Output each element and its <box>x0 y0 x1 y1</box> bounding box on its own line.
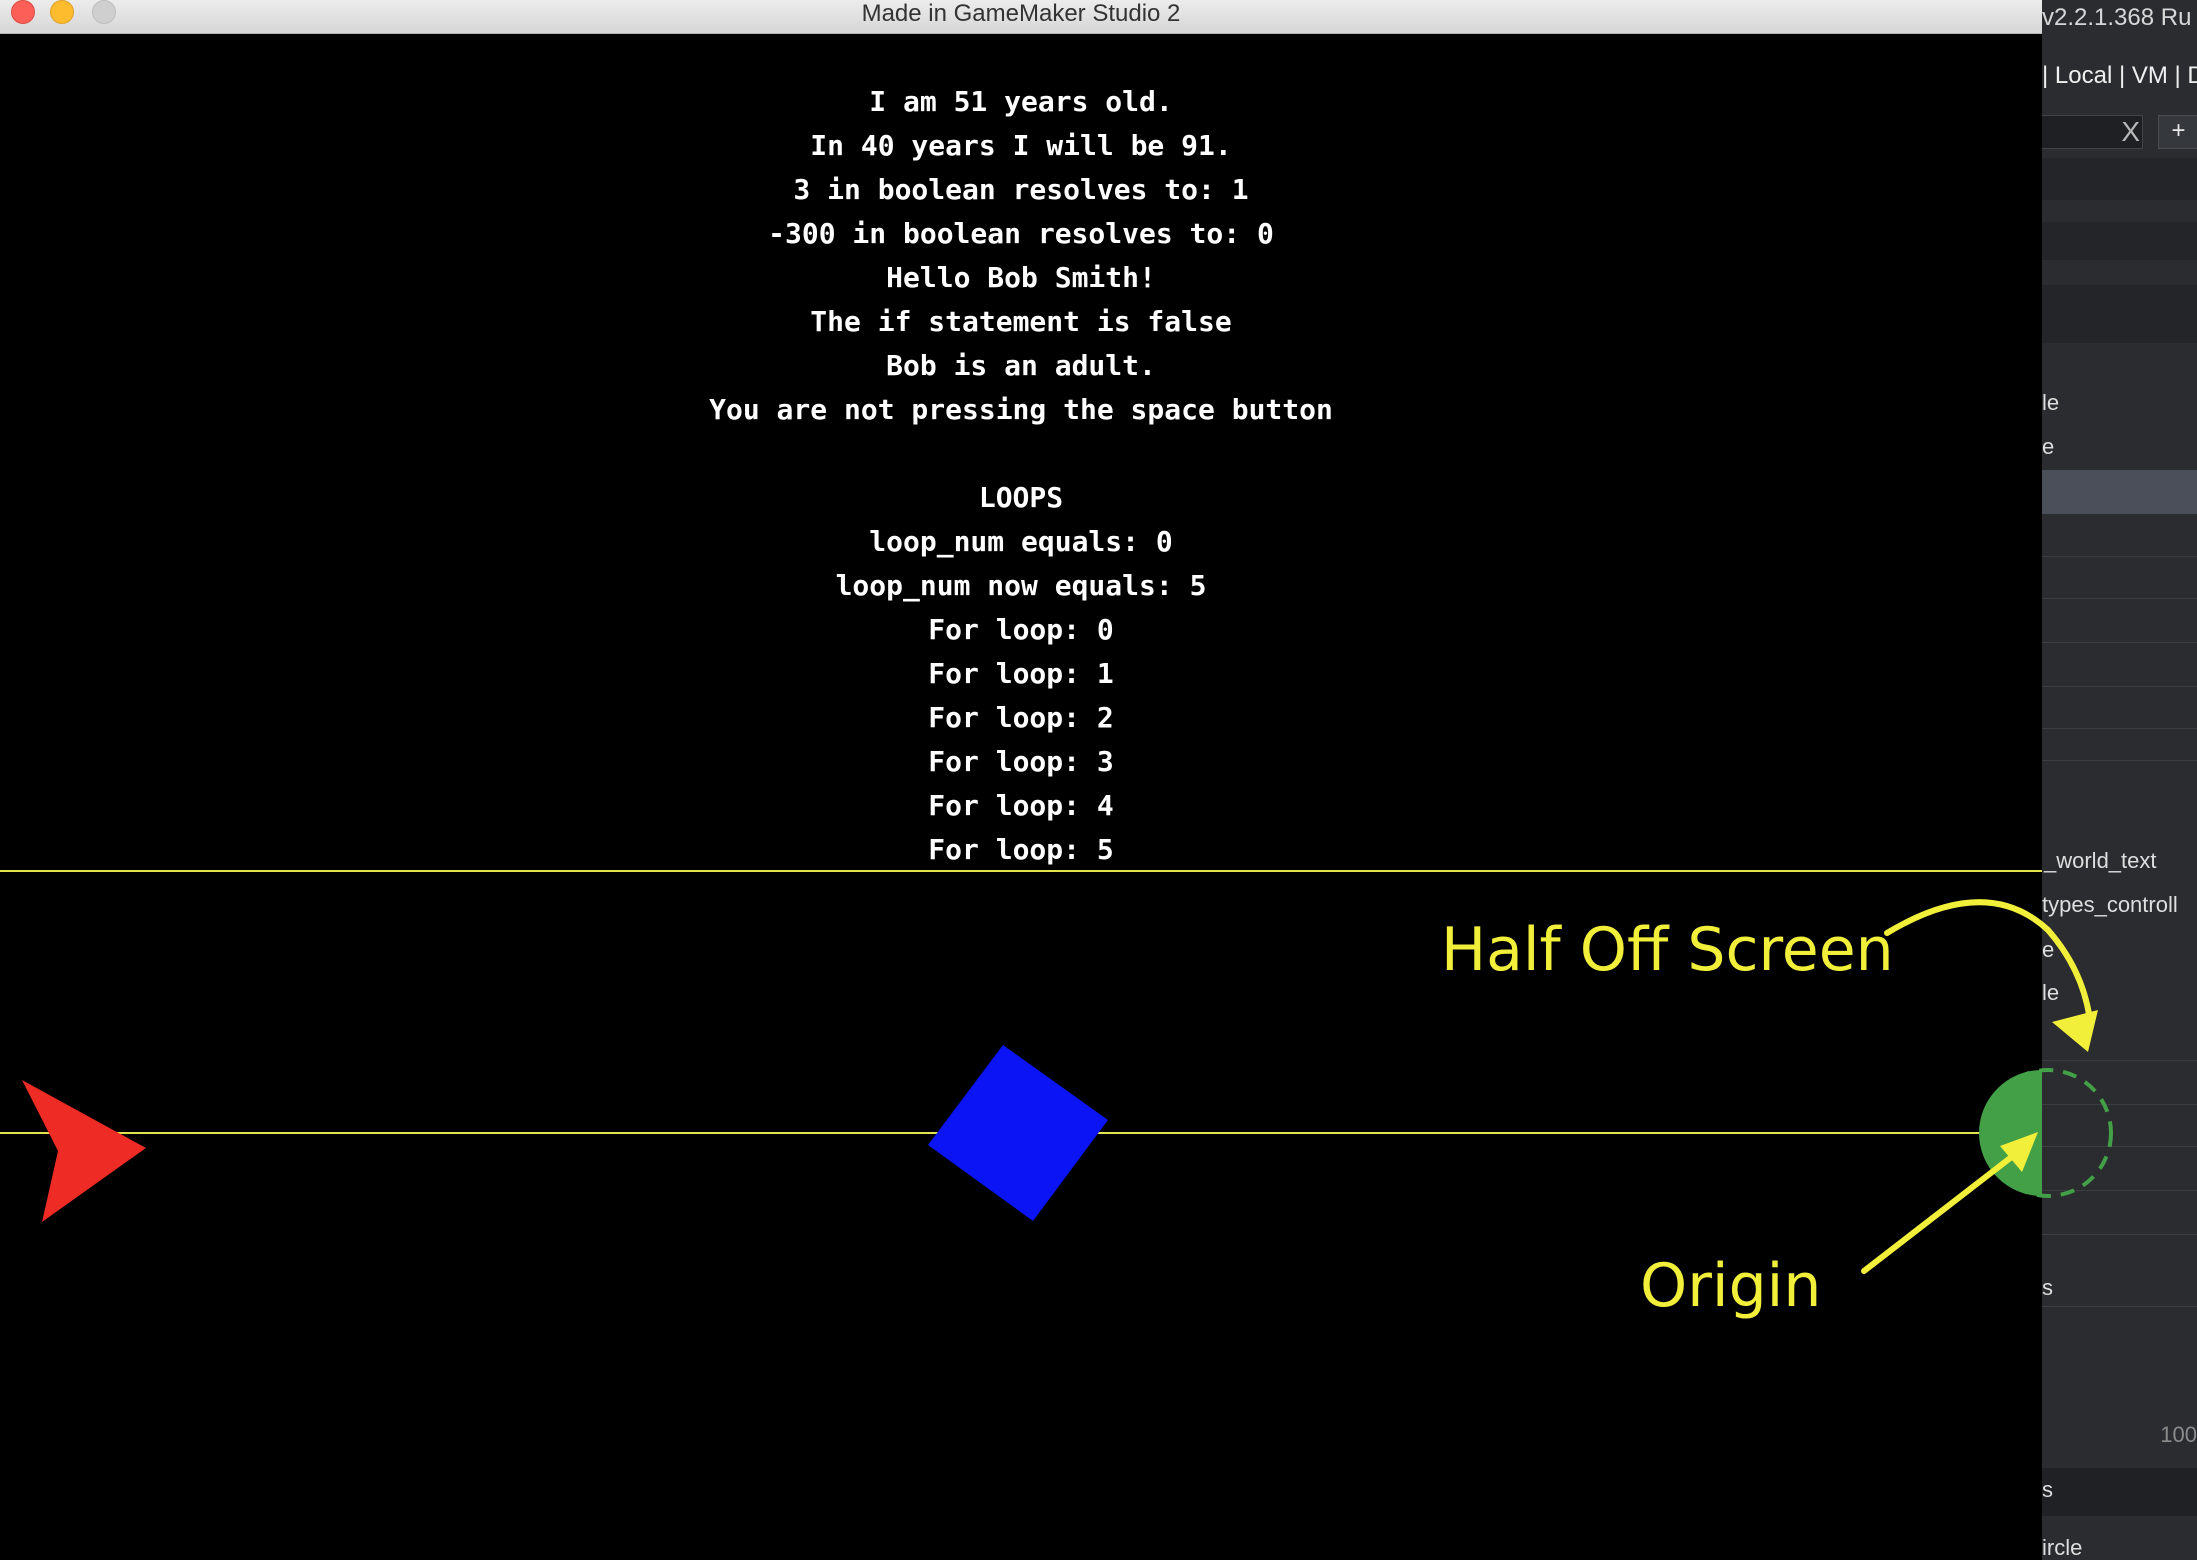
ide-row-divider <box>2042 1306 2197 1307</box>
ide-toolbar <box>2042 158 2197 200</box>
ide-resource-item[interactable]: le <box>2042 390 2059 416</box>
ide-row-divider <box>2042 642 2197 643</box>
ide-resource-item[interactable]: s <box>2042 1275 2053 1301</box>
ide-version-label: v2.2.1.368 Ru <box>2042 4 2192 31</box>
ide-row-divider <box>2042 686 2197 687</box>
ide-toolbar <box>2042 222 2197 260</box>
ide-resource-item[interactable]: _world_text <box>2044 848 2157 874</box>
output-line <box>0 432 2042 476</box>
output-line: loop_num equals: 0 <box>869 525 1173 558</box>
output-line: For loop: 2 <box>928 701 1114 734</box>
ide-section-label[interactable]: s <box>2042 1477 2053 1503</box>
ide-row-divider <box>2042 1060 2197 1061</box>
output-line: -300 in boolean resolves to: 0 <box>768 217 1274 250</box>
output-line: For loop: 0 <box>928 613 1114 646</box>
ide-row-divider <box>2042 598 2197 599</box>
ide-row-divider <box>2042 556 2197 557</box>
ide-row-divider <box>2042 1146 2197 1147</box>
room-guide-line-middle <box>0 1132 2042 1134</box>
output-line: For loop: 3 <box>928 745 1114 778</box>
output-line: loop_num now equals: 5 <box>835 569 1207 602</box>
game-output-text: I am 51 years old. In 40 years I will be… <box>0 80 2042 872</box>
ide-resource-item[interactable]: e <box>2042 937 2054 963</box>
clear-search-icon[interactable]: X <box>2121 116 2140 148</box>
output-line: LOOPS <box>978 481 1064 514</box>
ide-row-divider <box>2042 760 2197 761</box>
ide-resource-item[interactable]: le <box>2042 980 2059 1006</box>
ide-selected-row[interactable] <box>2042 470 2197 514</box>
output-line: For loop: 1 <box>928 657 1114 690</box>
output-line: I am 51 years old. <box>869 85 1173 118</box>
ide-row-divider <box>2042 1190 2197 1191</box>
ide-section-header: s <box>2042 1468 2197 1516</box>
game-window: Made in GameMaker Studio 2 I am 51 years… <box>0 0 2042 1560</box>
output-line: Hello Bob Smith! <box>886 261 1156 294</box>
ide-resource-item[interactable]: types_controll <box>2042 892 2178 918</box>
ide-resource-item[interactable]: e <box>2042 434 2054 460</box>
ide-add-button[interactable]: + <box>2158 115 2197 149</box>
ide-target-selector[interactable]: | Local | VM | D <box>2042 62 2197 90</box>
ide-zoom-value: 100 <box>2160 1422 2197 1447</box>
ide-row-divider <box>2042 1104 2197 1105</box>
ide-row-divider <box>2042 728 2197 729</box>
room-guide-line-top <box>0 870 2042 872</box>
output-line: 3 in boolean resolves to: 1 <box>793 173 1249 206</box>
output-line: The if statement is false <box>810 305 1232 338</box>
output-line: You are not pressing the space button <box>709 393 1333 426</box>
gamemaker-ide-panel: v2.2.1.368 Ru | Local | VM | D X + le e … <box>2042 0 2197 1560</box>
output-line: For loop: 5 <box>928 833 1114 866</box>
ide-search-input[interactable]: X <box>2042 115 2143 149</box>
output-line: For loop: 4 <box>928 789 1114 822</box>
ide-row-divider <box>2042 1234 2197 1235</box>
ide-resource-item[interactable]: ircle <box>2042 1535 2082 1560</box>
origin-annotation: Origin <box>1640 1251 1822 1321</box>
output-line: In 40 years I will be 91. <box>810 129 1232 162</box>
half-off-screen-annotation: Half Off Screen <box>1441 915 1894 985</box>
ide-toolbar <box>2042 285 2197 343</box>
window-titlebar[interactable]: Made in GameMaker Studio 2 <box>0 0 2042 34</box>
output-line: Bob is an adult. <box>886 349 1156 382</box>
window-title: Made in GameMaker Studio 2 <box>861 0 1181 27</box>
